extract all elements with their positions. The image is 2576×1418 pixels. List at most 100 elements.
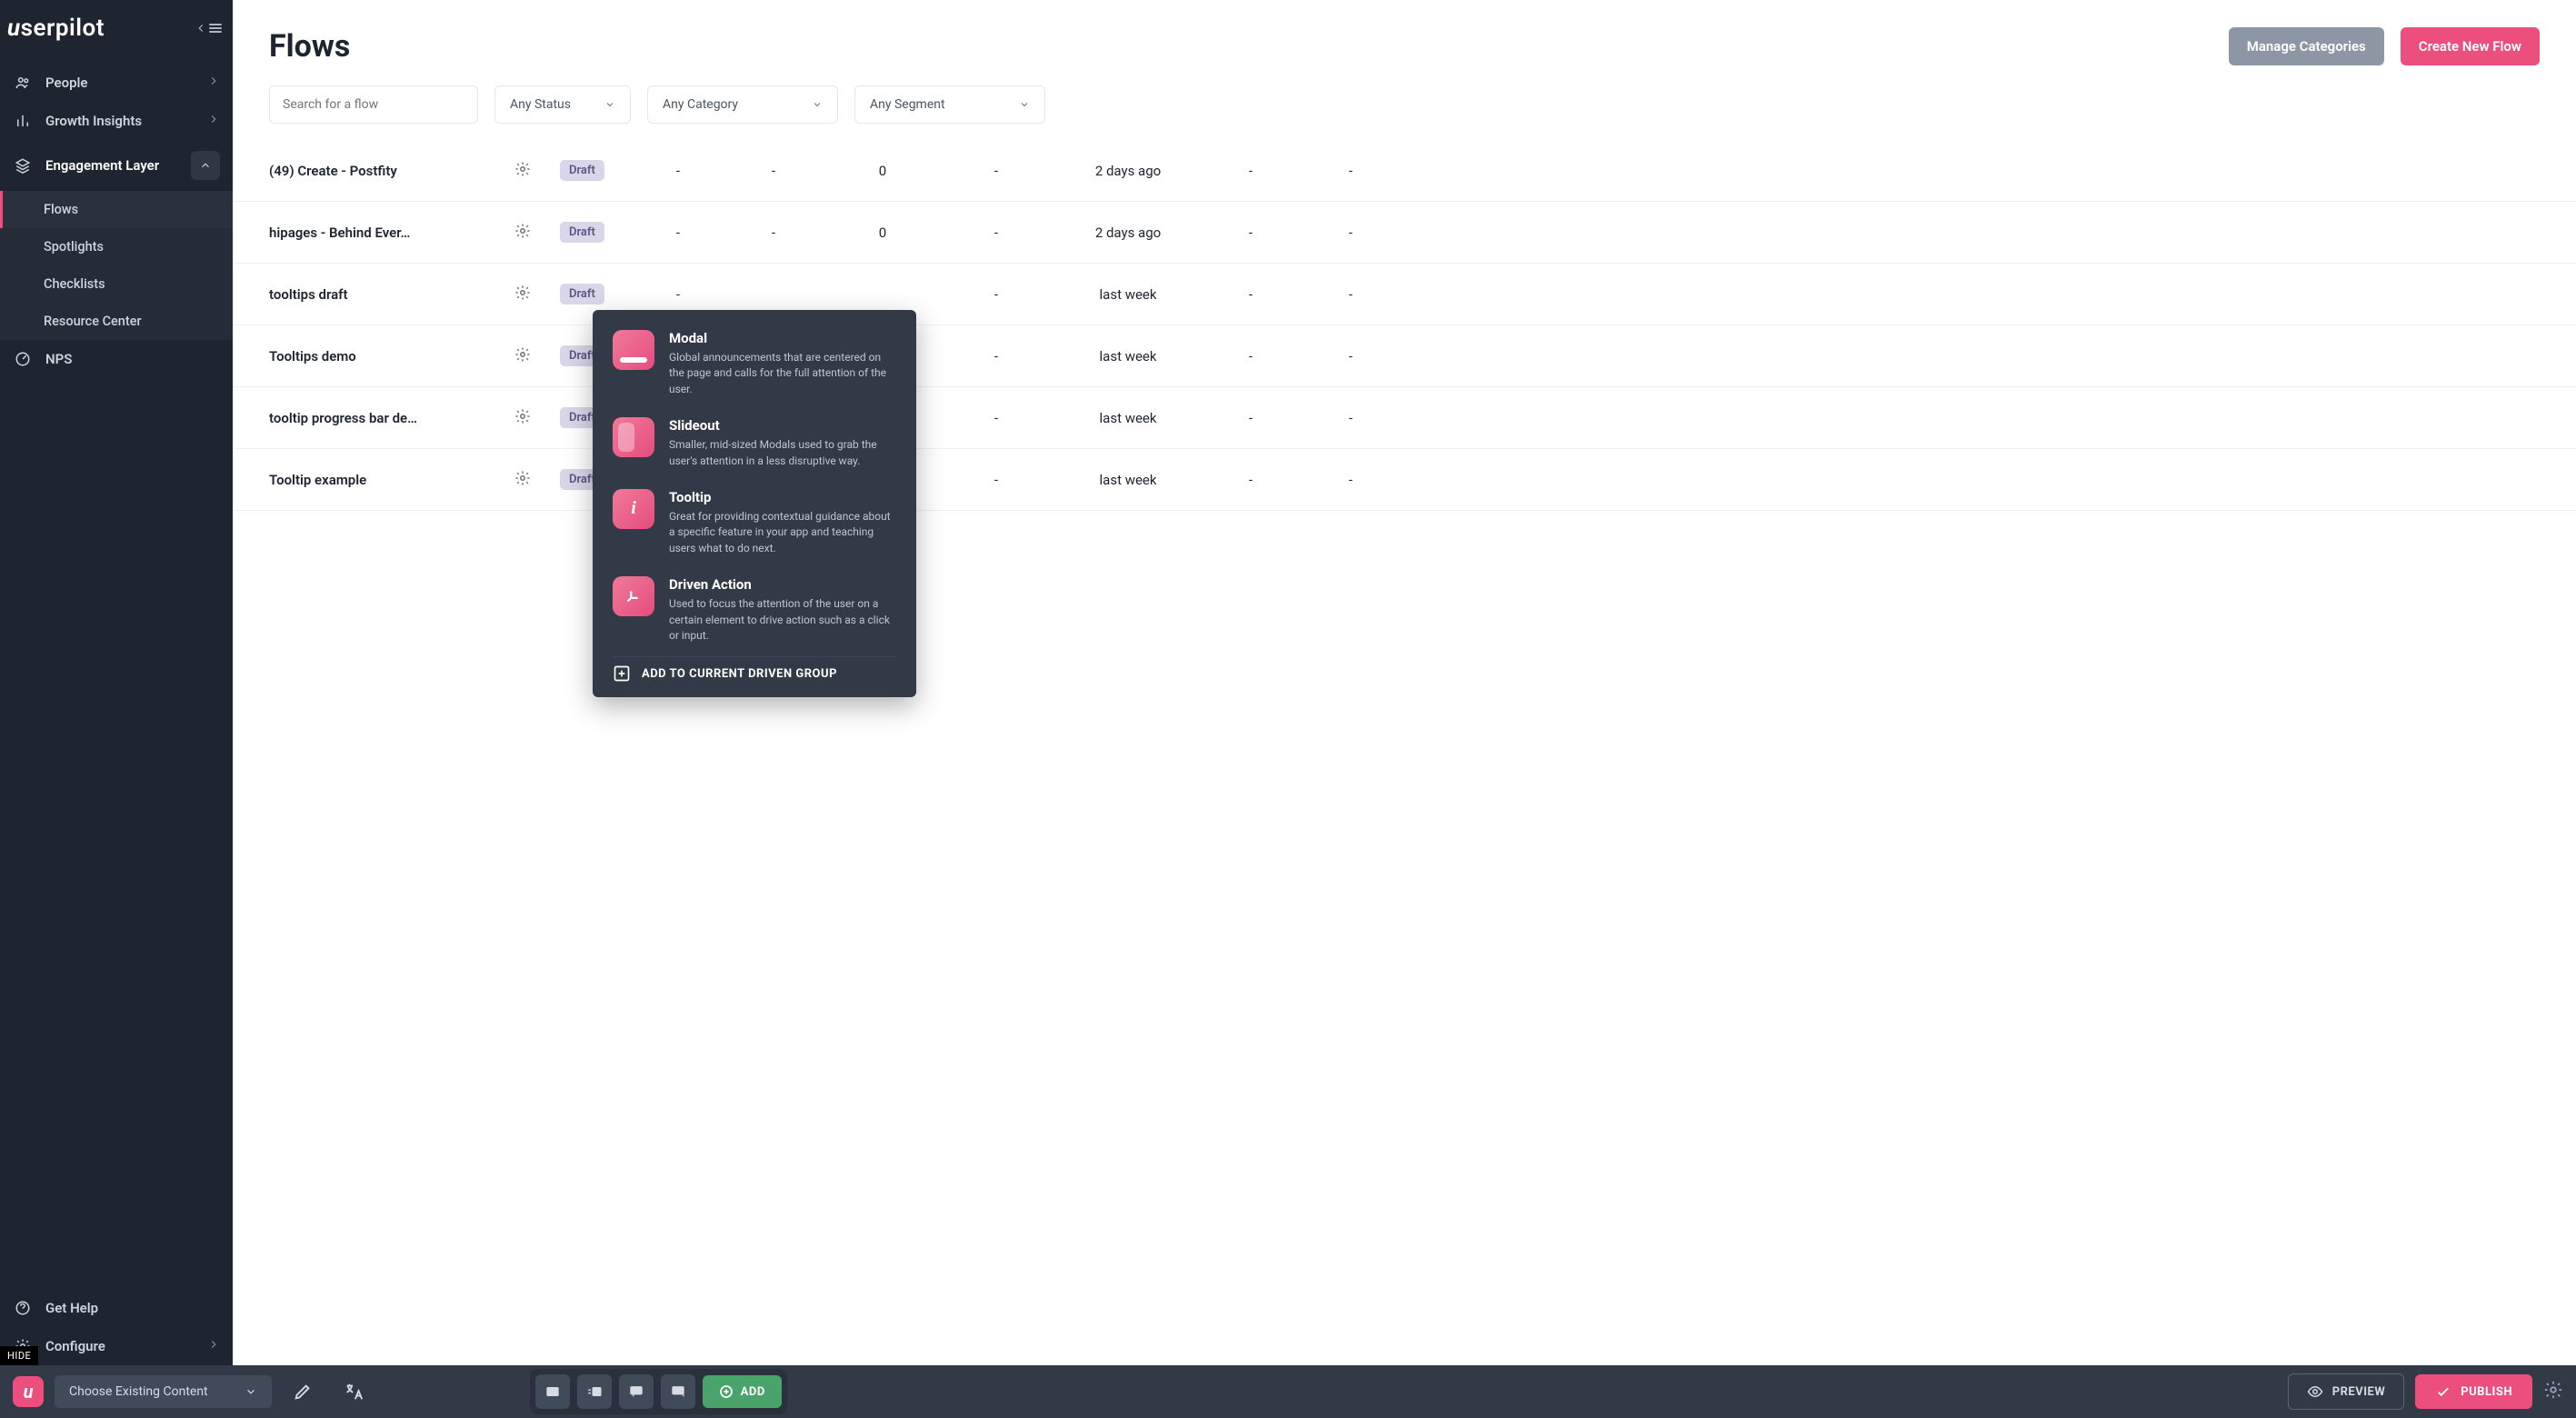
choose-existing-content-select[interactable]: Choose Existing Content xyxy=(55,1375,272,1408)
sidebar-item-label: People xyxy=(45,75,88,91)
popover-option-driven-action[interactable]: Driven ActionUsed to focus the attention… xyxy=(613,576,896,644)
date-cell: last week xyxy=(1060,348,1196,364)
popover-option-tooltip[interactable]: i Tooltip Great for providing contextual … xyxy=(613,489,896,556)
table-row[interactable]: tooltips draftDraft--last week-- xyxy=(233,264,2576,325)
flow-name: tooltip progress bar de… xyxy=(269,410,505,426)
step-type-slideout[interactable] xyxy=(577,1374,612,1409)
slideout-icon xyxy=(613,417,654,457)
category-filter[interactable]: Any Category xyxy=(647,85,838,124)
flows-table: (49) Create - PostfityDraft--0-2 days ag… xyxy=(233,140,2576,1365)
date-cell: last week xyxy=(1060,472,1196,488)
popover-desc: Used to focus the attention of the user … xyxy=(669,596,896,644)
table-row[interactable]: Tooltips demoDraft--last week-- xyxy=(233,325,2576,387)
popover-title: Tooltip xyxy=(669,489,896,505)
popover-desc: Great for providing contextual guidance … xyxy=(669,509,896,556)
chart-icon xyxy=(13,113,33,129)
sidebar-item-people[interactable]: People xyxy=(0,64,233,102)
cell: - xyxy=(1205,225,1296,241)
cell: - xyxy=(1205,163,1296,179)
collapse-sidebar-button[interactable] xyxy=(195,22,222,35)
step-type-modal[interactable] xyxy=(535,1374,570,1409)
main-content: Flows Manage Categories Create New Flow … xyxy=(233,0,2576,1365)
cell: - xyxy=(1305,348,1396,364)
popover-title: Modal xyxy=(669,330,896,346)
status-badge: Draft xyxy=(560,222,604,243)
popover-option-slideout[interactable]: Slideout Smaller, mid-sized Modals used t… xyxy=(613,417,896,469)
sidebar-item-checklists[interactable]: Checklists xyxy=(0,265,233,303)
flow-name: (49) Create - Postfity xyxy=(269,163,505,179)
sidebar: uuserpilotserpilot People Growth Insight… xyxy=(0,0,233,1365)
cell: - xyxy=(942,163,1051,179)
cell: - xyxy=(1305,472,1396,488)
status-filter[interactable]: Any Status xyxy=(494,85,631,124)
cell: 0 xyxy=(833,163,933,179)
table-row[interactable]: hipages - Behind Ever…Draft--0-2 days ag… xyxy=(233,202,2576,264)
sidebar-item-label: Resource Center xyxy=(44,314,142,329)
cell: - xyxy=(1205,410,1296,426)
row-settings-icon[interactable] xyxy=(514,223,551,243)
step-type-driven[interactable] xyxy=(661,1374,695,1409)
cell: - xyxy=(642,225,714,241)
sidebar-item-flows[interactable]: Flows xyxy=(0,191,233,228)
sidebar-item-label: Get Help xyxy=(45,1300,98,1316)
sidebar-item-label: Configure xyxy=(45,1338,105,1354)
sidebar-item-growth-insights[interactable]: Growth Insights xyxy=(0,102,233,140)
translate-icon[interactable] xyxy=(334,1372,374,1412)
segment-filter[interactable]: Any Segment xyxy=(854,85,1045,124)
sidebar-item-label: Growth Insights xyxy=(45,113,142,129)
sidebar-item-label: Engagement Layer xyxy=(45,157,159,174)
layers-icon xyxy=(13,157,33,174)
page-title: Flows xyxy=(269,28,2229,65)
modal-icon xyxy=(613,330,654,370)
sidebar-item-engagement-layer[interactable]: Engagement Layer xyxy=(0,140,233,191)
popover-footer-label: ADD TO CURRENT DRIVEN GROUP xyxy=(642,667,837,681)
sidebar-item-get-help[interactable]: Get Help xyxy=(0,1289,233,1327)
edit-icon[interactable] xyxy=(283,1372,323,1412)
cell: - xyxy=(942,286,1051,303)
row-settings-icon[interactable] xyxy=(514,346,551,366)
create-new-flow-button[interactable]: Create New Flow xyxy=(2401,27,2540,65)
cell: - xyxy=(1305,163,1396,179)
status-badge: Draft xyxy=(560,284,604,305)
flow-name: hipages - Behind Ever… xyxy=(269,225,505,241)
sidebar-item-label: Spotlights xyxy=(44,239,104,255)
driven-action-icon xyxy=(613,576,654,616)
table-row[interactable]: Tooltip exampleDraft--last week-- xyxy=(233,449,2576,511)
row-settings-icon[interactable] xyxy=(514,285,551,305)
row-settings-icon[interactable] xyxy=(514,408,551,428)
content-type-popover: ModalGlobal announcements that are cente… xyxy=(593,310,916,697)
add-to-current-group-button[interactable]: ADD TO CURRENT DRIVEN GROUP xyxy=(613,656,896,683)
date-cell: 2 days ago xyxy=(1060,225,1196,241)
popover-desc: Smaller, mid-sized Modals used to grab t… xyxy=(669,437,896,469)
date-cell: 2 days ago xyxy=(1060,163,1196,179)
tooltip-icon: i xyxy=(613,489,654,529)
popover-option-modal[interactable]: ModalGlobal announcements that are cente… xyxy=(613,330,896,397)
cell: - xyxy=(642,163,714,179)
cell: - xyxy=(642,286,714,303)
settings-icon[interactable] xyxy=(2543,1380,2563,1403)
search-input[interactable] xyxy=(269,85,478,124)
step-type-group: ADD xyxy=(530,1369,787,1414)
cell: - xyxy=(1305,286,1396,303)
add-step-button[interactable]: ADD xyxy=(703,1375,782,1408)
preview-button[interactable]: PREVIEW xyxy=(2288,1373,2405,1410)
row-settings-icon[interactable] xyxy=(514,470,551,490)
help-icon xyxy=(13,1300,33,1316)
row-settings-icon[interactable] xyxy=(514,161,551,181)
userpilot-badge[interactable]: u xyxy=(13,1376,44,1407)
popover-title: Slideout xyxy=(669,417,896,434)
date-cell: last week xyxy=(1060,286,1196,303)
people-icon xyxy=(13,75,33,91)
sidebar-item-spotlights[interactable]: Spotlights xyxy=(0,228,233,265)
manage-categories-button[interactable]: Manage Categories xyxy=(2229,27,2384,65)
cell: - xyxy=(1205,286,1296,303)
sidebar-item-nps[interactable]: NPS xyxy=(0,340,233,378)
sidebar-item-label: Flows xyxy=(44,202,78,217)
hide-tag[interactable]: HIDE xyxy=(0,1346,38,1365)
table-row[interactable]: tooltip progress bar de…Draft--last week… xyxy=(233,387,2576,449)
publish-button[interactable]: PUBLISH xyxy=(2415,1374,2532,1409)
gauge-icon xyxy=(13,351,33,367)
sidebar-item-resource-center[interactable]: Resource Center xyxy=(0,303,233,340)
table-row[interactable]: (49) Create - PostfityDraft--0-2 days ag… xyxy=(233,140,2576,202)
step-type-tooltip[interactable] xyxy=(619,1374,654,1409)
